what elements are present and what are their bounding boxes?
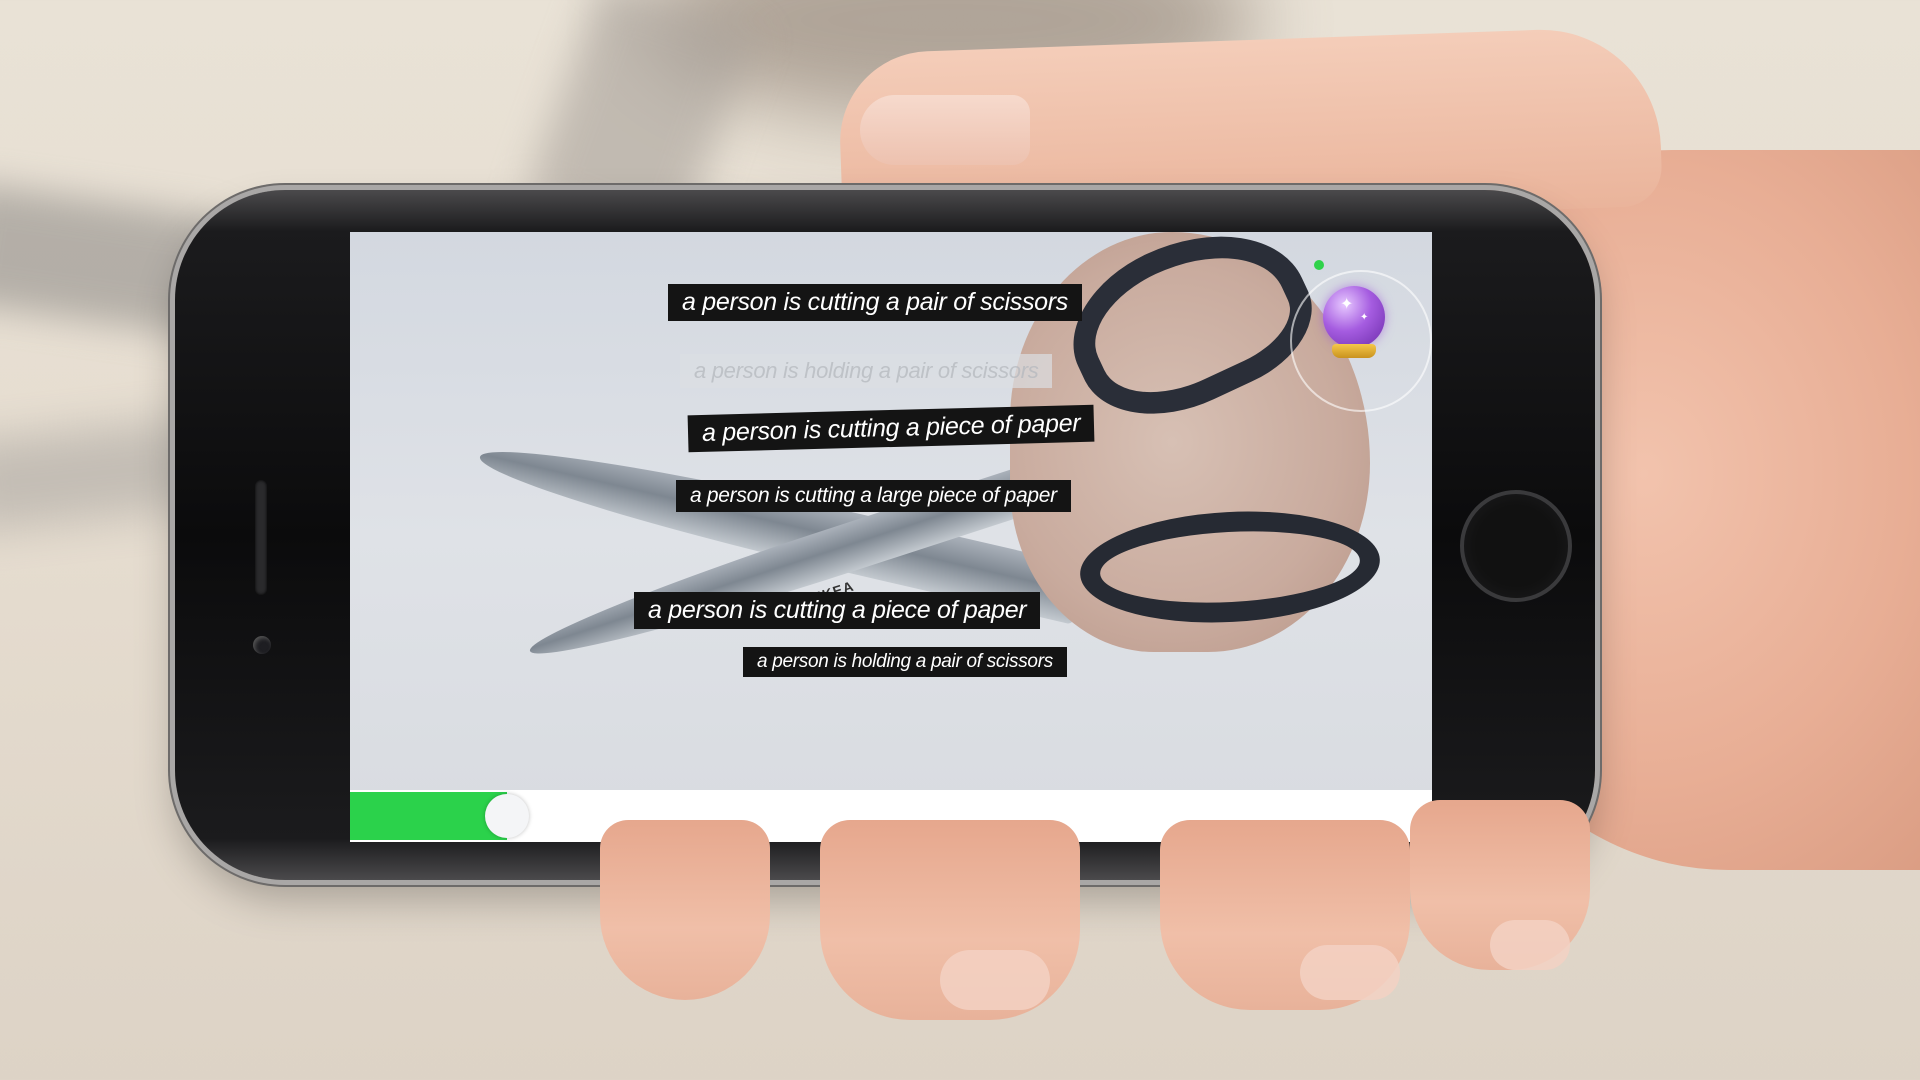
- fingernail: [1490, 920, 1570, 970]
- status-dot: [1314, 260, 1324, 270]
- background-decor: [0, 417, 205, 533]
- progress-knob[interactable]: [484, 794, 529, 838]
- camera-viewfinder[interactable]: IKEA a person is cutting a pair of sciss…: [350, 232, 1432, 842]
- thumb-nail: [860, 95, 1030, 165]
- home-button[interactable]: [1460, 490, 1572, 602]
- caption-label: a person is cutting a piece of paper: [634, 592, 1041, 629]
- fingernail: [940, 950, 1050, 1010]
- crystal-ball-icon[interactable]: [1323, 286, 1385, 348]
- phone: IKEA a person is cutting a pair of sciss…: [175, 190, 1595, 880]
- caption-label: a person is cutting a large piece of pap…: [676, 480, 1071, 512]
- front-camera: [253, 636, 271, 654]
- fingernail: [1300, 945, 1400, 1000]
- earpiece-speaker: [255, 480, 267, 595]
- progress-fill: [350, 792, 507, 840]
- sparkle-icon: ✦: [1360, 312, 1369, 323]
- caption-label: a person is cutting a pair of scissors: [668, 284, 1083, 321]
- sparkle-icon: ✦: [1340, 296, 1354, 313]
- finger: [600, 820, 770, 1000]
- crystal-ball-base: [1332, 344, 1376, 358]
- caption-label: a person is holding a pair of scissors: [743, 647, 1067, 677]
- caption-label-faded: a person is holding a pair of scissors: [680, 354, 1053, 388]
